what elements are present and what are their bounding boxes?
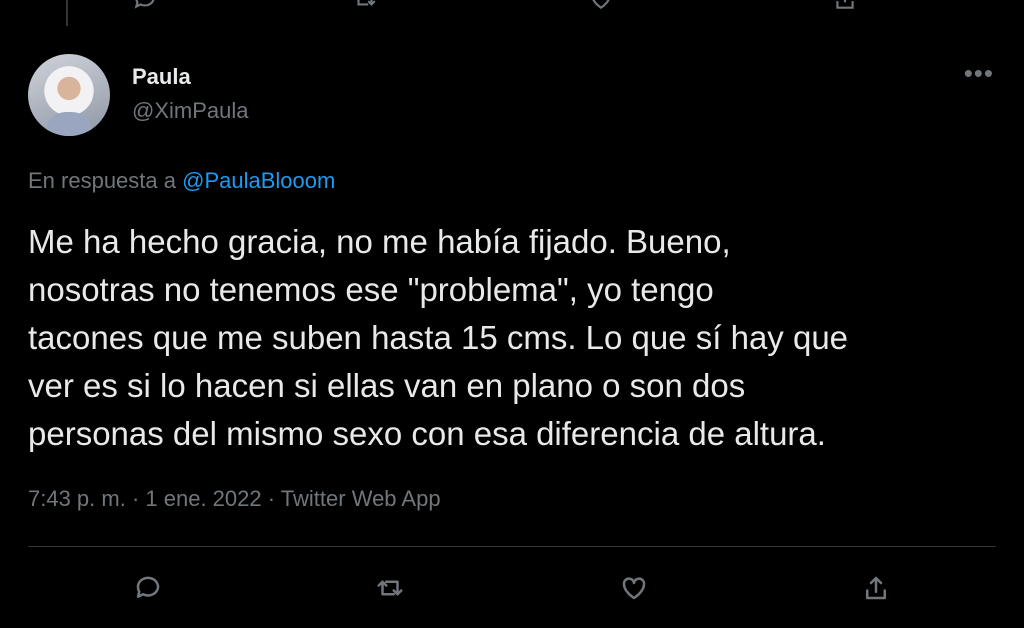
like-icon	[622, 577, 646, 600]
meta-separator: ·	[125, 486, 146, 511]
like-button[interactable]	[614, 568, 654, 608]
previous-like-button[interactable]	[588, 0, 614, 12]
avatar-shirt	[46, 112, 92, 136]
divider	[28, 546, 996, 547]
tweet-time-link[interactable]: 7:43 p. m.	[28, 486, 126, 511]
meta-separator: ·	[261, 486, 281, 511]
author-display-name[interactable]: Paula	[132, 64, 191, 90]
retweet-icon	[377, 580, 403, 596]
previous-reply-button[interactable]	[132, 0, 158, 12]
reply-button[interactable]	[128, 568, 168, 608]
more-options-icon[interactable]: •••	[964, 58, 994, 89]
reply-icon	[136, 576, 160, 598]
avatar[interactable]	[28, 54, 110, 136]
like-icon	[592, 0, 610, 9]
reply-icon	[134, 0, 155, 9]
retweet-button[interactable]	[370, 568, 410, 608]
author-handle[interactable]: @XimPaula	[132, 98, 249, 124]
previous-tweet-actions	[0, 0, 1024, 14]
share-button[interactable]	[856, 568, 896, 608]
share-icon	[866, 576, 886, 600]
tweet-actions	[0, 568, 1024, 608]
tweet-date-link[interactable]: 1 ene. 2022	[145, 486, 261, 511]
tweet-metadata: 7:43 p. m. · 1 ene. 2022 · Twitter Web A…	[28, 486, 441, 512]
tweet-header: Paula @XimPaula •••	[28, 54, 996, 138]
tweet-text: Me ha hecho gracia, no me había fijado. …	[28, 223, 849, 452]
retweet-icon	[357, 0, 376, 6]
reply-prefix: En respuesta a	[28, 168, 176, 193]
tweet-source-link[interactable]: Twitter Web App	[281, 486, 441, 511]
reply-mention-link[interactable]: @PaulaBlooom	[182, 168, 335, 193]
previous-share-button[interactable]	[832, 0, 858, 12]
reply-context: En respuesta a @PaulaBlooom	[28, 168, 335, 194]
share-icon	[836, 0, 854, 9]
previous-retweet-button[interactable]	[352, 0, 378, 12]
